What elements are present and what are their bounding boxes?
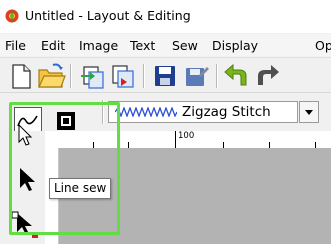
- menu-display[interactable]: Display: [212, 38, 258, 53]
- toolbar-separator: [102, 100, 104, 124]
- point-edit-icon[interactable]: [10, 210, 40, 240]
- tool-palette: [0, 148, 45, 244]
- chevron-down-icon: [305, 110, 313, 115]
- sew-toolbar: Zigzag Stitch: [0, 92, 331, 131]
- open-folder-icon[interactable]: [36, 61, 66, 91]
- new-document-icon[interactable]: [6, 61, 36, 91]
- menu-bar: File Edit Image Text Sew Display Op: [0, 34, 331, 56]
- import-icon[interactable]: [78, 61, 108, 91]
- stitch-type-select[interactable]: Zigzag Stitch: [108, 101, 298, 123]
- line-sew-tooltip: Line sew: [49, 178, 112, 199]
- window-title: Untitled - Layout & Editing: [25, 8, 191, 23]
- toolbar-separator: [216, 64, 218, 88]
- menu-sew[interactable]: Sew: [172, 38, 198, 53]
- zigzag-stitch-icon: [115, 107, 177, 117]
- title-bar: Untitled - Layout & Editing: [0, 0, 331, 33]
- menu-text[interactable]: Text: [130, 38, 155, 53]
- export-icon[interactable]: [108, 61, 138, 91]
- horizontal-ruler: 100: [45, 131, 331, 149]
- main-toolbar: [0, 57, 331, 92]
- stitch-type-dropdown-button[interactable]: [299, 101, 319, 123]
- undo-icon[interactable]: [222, 61, 252, 91]
- mouse-cursor-icon: [18, 124, 33, 146]
- menu-file[interactable]: File: [5, 38, 26, 53]
- menu-image[interactable]: Image: [79, 38, 118, 53]
- save-as-icon[interactable]: [181, 61, 211, 91]
- stitch-type-value: Zigzag Stitch: [182, 104, 271, 120]
- redo-icon[interactable]: [252, 61, 282, 91]
- toolbar-separator: [143, 64, 145, 88]
- app-icon: [5, 9, 19, 23]
- menu-option[interactable]: Op: [315, 38, 331, 53]
- menu-edit[interactable]: Edit: [41, 38, 65, 53]
- toolbar-separator: [70, 64, 72, 88]
- save-icon[interactable]: [150, 61, 180, 91]
- ruler-label: 100: [178, 131, 195, 141]
- select-arrow-icon[interactable]: [14, 166, 40, 192]
